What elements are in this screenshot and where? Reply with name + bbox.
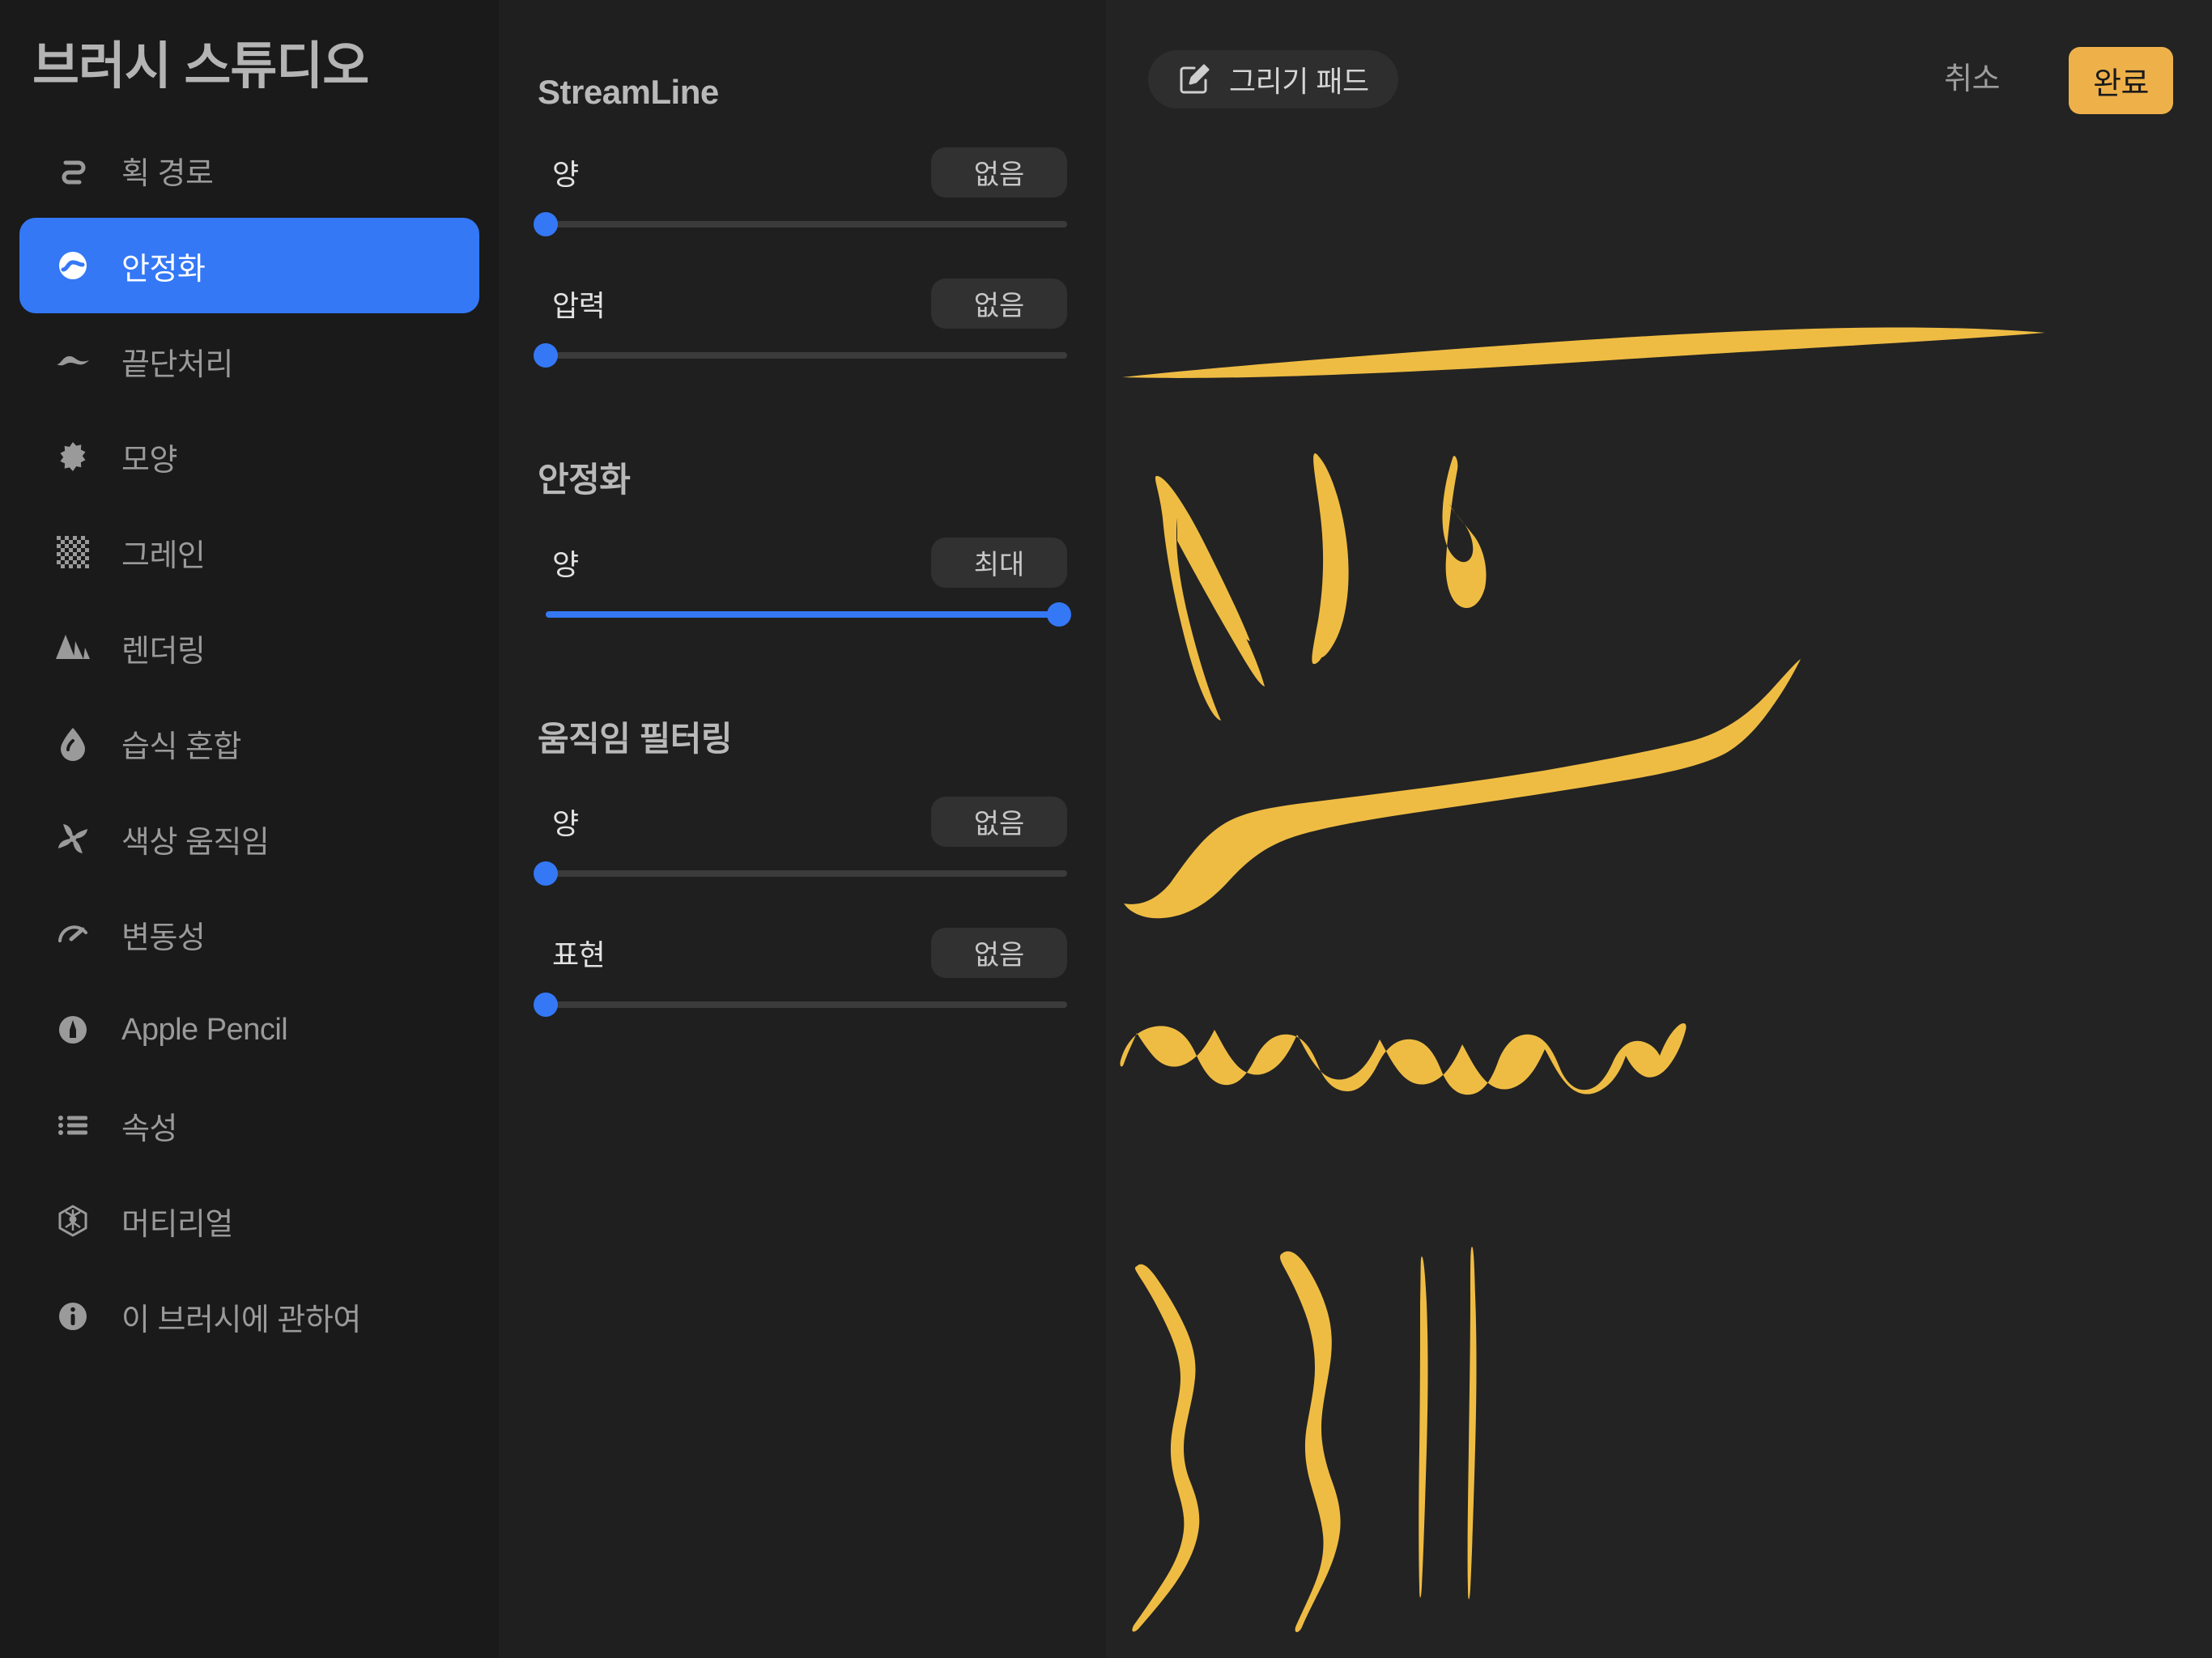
sidebar-item-stroke-path[interactable]: 획 경로 [19, 122, 479, 218]
slider-streamline-amount: 양 없음 [534, 147, 1067, 243]
sidebar-item-label: 습식 혼합 [121, 729, 241, 764]
sidebar-item-stabilization[interactable]: 안정화 [19, 218, 479, 314]
sidebar-item-label: 획 경로 [121, 156, 214, 191]
sidebar-item-label: 속성 [121, 1112, 177, 1146]
rendering-icon [50, 625, 96, 670]
slider-track[interactable] [538, 596, 1071, 633]
slider-motion-amount: 양 없음 [534, 796, 1067, 892]
apple-pencil-icon [50, 1007, 96, 1052]
sidebar-item-wet-mix[interactable]: 습식 혼합 [19, 695, 479, 791]
sidebar-item-properties[interactable]: 속성 [19, 1078, 479, 1173]
stabilization-icon [50, 243, 96, 288]
page-title: 브러시 스튜디오 [32, 38, 369, 95]
slider-track-bg [546, 869, 1067, 877]
slider-value-pill[interactable]: 없음 [931, 147, 1067, 198]
sidebar-item-taper[interactable]: 끝단처리 [19, 313, 479, 409]
slider-value-pill[interactable]: 없음 [931, 927, 1067, 978]
slider-track[interactable] [534, 337, 1067, 374]
dynamics-icon [50, 912, 96, 957]
sidebar-item-label: 모양 [121, 443, 177, 478]
sidebar-item-about-brush[interactable]: 이 브러시에 관하여 [19, 1269, 479, 1364]
slider-streamline-pressure: 압력 없음 [534, 278, 1067, 374]
slider-knob[interactable] [1047, 602, 1071, 627]
slider-track[interactable] [534, 986, 1067, 1023]
group-title-motion-filtering: 움직임 필터링 [538, 719, 733, 758]
taper-icon [50, 338, 96, 384]
slider-value-pill[interactable]: 없음 [931, 796, 1067, 847]
slider-track-bg [546, 351, 1067, 359]
slider-label: 양 [552, 806, 579, 840]
grain-icon [50, 529, 96, 575]
wet-mix-icon [50, 721, 96, 766]
slider-track[interactable] [534, 855, 1067, 892]
group-title-stabilization: 안정화 [538, 460, 631, 499]
sidebar-item-label: 이 브러시에 관하여 [121, 1303, 361, 1337]
settings-panel: StreamLine 양 없음 압력 없음 안정화 양 최대 움직임 필터링 양… [499, 0, 1106, 1658]
slider-value-pill[interactable]: 최대 [931, 537, 1067, 588]
sidebar-nav: 획 경로 안정화 끝단처리 모양 그레인 렌더링 습식 혼합 색상 움직임 변동… [0, 122, 499, 1364]
sidebar-item-label: 색상 움직임 [121, 825, 270, 860]
slider-motion-expression: 표현 없음 [534, 927, 1067, 1023]
color-dynamics-icon [50, 816, 96, 861]
shape-icon [50, 434, 96, 479]
group-title-streamline: StreamLine [538, 72, 719, 111]
brush-studio-window: 브러시 스튜디오 획 경로 안정화 끝단처리 모양 그레인 렌더링 습식 혼합 … [0, 0, 2212, 1658]
slider-label: 양 [552, 157, 579, 191]
properties-icon [50, 1103, 96, 1148]
slider-label: 표현 [552, 937, 606, 971]
stroke-path-icon [50, 147, 96, 193]
sidebar-item-dynamics[interactable]: 변동성 [19, 886, 479, 982]
slider-track-bg [546, 1001, 1067, 1008]
slider-knob[interactable] [534, 861, 558, 886]
sidebar-item-rendering[interactable]: 렌더링 [19, 600, 479, 695]
brush-preview-strokes [1120, 327, 2045, 1632]
sidebar-item-apple-pencil[interactable]: Apple Pencil [19, 982, 479, 1078]
info-icon [50, 1294, 96, 1339]
sidebar-item-label: 그레인 [121, 538, 206, 573]
sidebar-item-color-dynamics[interactable]: 색상 움직임 [19, 791, 479, 886]
sidebar-item-materials[interactable]: 머티리얼 [19, 1173, 479, 1269]
slider-stabilization-amount: 양 최대 [538, 537, 1071, 633]
slider-track-bg [546, 220, 1067, 227]
drawing-canvas[interactable]: 그리기 패드 취소 완료 [1106, 0, 2212, 1658]
materials-icon [50, 1198, 96, 1244]
slider-knob[interactable] [534, 211, 558, 236]
sidebar-item-label: 끝단처리 [121, 347, 233, 382]
slider-knob[interactable] [534, 342, 558, 368]
sidebar-item-label: 안정화 [121, 252, 206, 287]
slider-value-pill[interactable]: 없음 [931, 278, 1067, 329]
slider-label: 양 [552, 547, 579, 581]
sidebar-item-label: 머티리얼 [121, 1207, 233, 1242]
slider-track-fill [546, 610, 1059, 618]
slider-track[interactable] [534, 206, 1067, 243]
slider-knob[interactable] [534, 992, 558, 1017]
sidebar-item-label: 변동성 [121, 920, 206, 955]
slider-label: 압력 [552, 288, 606, 322]
sidebar-item-grain[interactable]: 그레인 [19, 504, 479, 600]
sidebar-item-label: Apple Pencil [121, 1012, 288, 1047]
sidebar-item-shape[interactable]: 모양 [19, 409, 479, 504]
sidebar-item-label: 렌더링 [121, 634, 206, 669]
sidebar: 브러시 스튜디오 획 경로 안정화 끝단처리 모양 그레인 렌더링 습식 혼합 … [0, 0, 499, 1658]
